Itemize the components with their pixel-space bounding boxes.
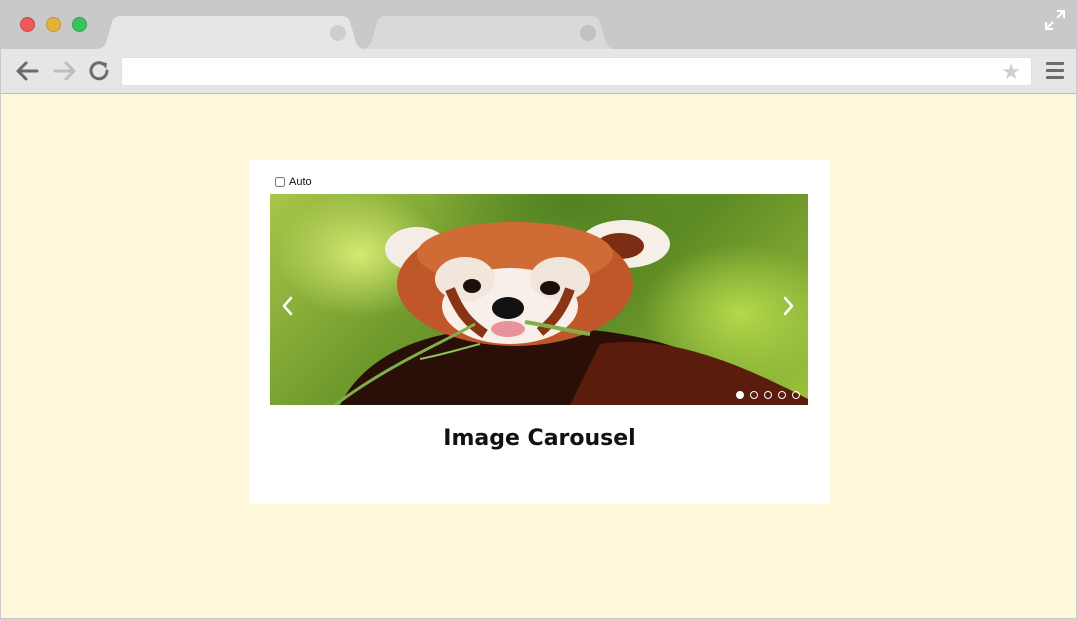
auto-toggle[interactable]: Auto xyxy=(275,176,312,188)
browser-toolbar: ★ xyxy=(1,49,1076,94)
slide-indicator-dot[interactable] xyxy=(750,391,758,399)
hamburger-menu-icon[interactable] xyxy=(1046,62,1064,80)
slide-indicator-dot[interactable] xyxy=(792,391,800,399)
url-input[interactable] xyxy=(122,58,1002,85)
tab-bar xyxy=(1,1,1076,49)
browser-window: ★ Auto Image Carousel xyxy=(0,0,1077,619)
reload-icon[interactable] xyxy=(88,60,112,82)
back-arrow-icon[interactable] xyxy=(15,60,39,82)
close-window-button[interactable] xyxy=(20,17,35,32)
tab-close-icon[interactable] xyxy=(330,25,346,41)
auto-checkbox[interactable] xyxy=(275,177,285,187)
address-bar[interactable]: ★ xyxy=(121,57,1032,86)
next-slide-chevron-icon[interactable] xyxy=(778,294,798,318)
slide-indicator-dot[interactable] xyxy=(736,391,744,399)
auto-label: Auto xyxy=(289,176,312,188)
slide-indicators xyxy=(736,391,800,399)
minimize-window-button[interactable] xyxy=(46,17,61,32)
red-panda-image xyxy=(334,220,808,405)
carousel-card: Auto Image Carousel xyxy=(249,160,830,504)
page-title: Image Carousel xyxy=(443,426,636,451)
fullscreen-icon[interactable] xyxy=(1044,9,1066,31)
bookmark-star-icon[interactable]: ★ xyxy=(1001,60,1021,84)
forward-arrow-icon[interactable] xyxy=(53,60,77,82)
tab-close-icon[interactable] xyxy=(580,25,596,41)
tab-active[interactable] xyxy=(96,16,366,49)
slide-indicator-dot[interactable] xyxy=(778,391,786,399)
maximize-window-button[interactable] xyxy=(72,17,87,32)
slide-indicator-dot[interactable] xyxy=(764,391,772,399)
tab-inactive[interactable] xyxy=(361,16,616,49)
image-carousel xyxy=(270,194,808,405)
previous-slide-chevron-icon[interactable] xyxy=(278,294,298,318)
